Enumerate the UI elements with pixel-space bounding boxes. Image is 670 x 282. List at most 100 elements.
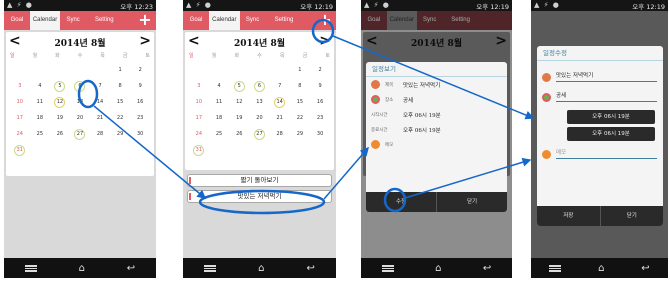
calendar-day[interactable]: 20 [250,110,270,126]
calendar-day[interactable]: 20 [70,110,90,126]
calendar-day[interactable]: 3 [189,78,209,94]
tab-sync[interactable]: Sync [60,11,86,30]
end-time-button[interactable]: 오후 06시 19분 [567,127,655,141]
calendar-day[interactable]: 11 [209,94,229,110]
calendar-day[interactable]: 16 [130,94,150,110]
add-event-button[interactable]: + [314,11,336,30]
calendar-day[interactable]: 19 [229,110,249,126]
menu-icon[interactable] [549,264,562,272]
calendar-day[interactable]: 11 [30,94,50,110]
back-icon[interactable]: ↩ [483,263,491,274]
calendar-day[interactable]: 13 [70,94,90,110]
event-item[interactable]: 짧기 돌아보기 [187,174,332,187]
calendar-day[interactable]: 7 [90,78,110,94]
tab-goal[interactable]: Goal [4,11,30,30]
tab-calendar[interactable]: Calendar [29,11,61,30]
calendar-day[interactable]: 13 [250,94,270,110]
calendar-day[interactable]: 2 [130,62,150,78]
calendar-day[interactable]: 6 [70,78,90,94]
calendar-day[interactable]: 3 [10,78,30,94]
calendar-day[interactable]: 10 [189,94,209,110]
calendar-day[interactable]: 24 [10,126,30,142]
calendar-day[interactable]: 21 [90,110,110,126]
calendar-day[interactable]: 25 [209,126,229,142]
memo-row: 메모 [366,137,507,152]
calendar-day[interactable]: 23 [130,110,150,126]
calendar-day[interactable]: 5 [229,78,249,94]
calendar-day[interactable]: 27 [250,126,270,142]
calendar-day[interactable]: 21 [270,110,290,126]
calendar-day[interactable]: 27 [70,126,90,142]
calendar-day[interactable]: 17 [10,110,30,126]
home-icon[interactable]: ⌂ [598,263,604,274]
home-icon[interactable]: ⌂ [258,263,264,274]
calendar-day[interactable]: 7 [270,78,290,94]
close-button[interactable]: 닫기 [601,206,664,226]
event-item[interactable]: 맛있는 저녁먹기 [187,190,332,203]
calendar-day[interactable]: 4 [30,78,50,94]
calendar-day[interactable]: 15 [110,94,130,110]
back-icon[interactable]: ↩ [127,263,135,274]
calendar-day[interactable]: 5 [50,78,70,94]
back-icon[interactable]: ↩ [641,263,649,274]
back-icon[interactable]: ↩ [307,263,315,274]
calendar-day[interactable]: 26 [229,126,249,142]
calendar-day[interactable]: 1 [110,62,130,78]
day-number: 8 [298,83,302,89]
title-input[interactable]: 맛있는 저녁먹기 [556,72,657,82]
calendar-day[interactable]: 14 [270,94,290,110]
calendar-day[interactable]: 22 [290,110,310,126]
tab-setting[interactable]: Setting [86,11,122,30]
calendar-day[interactable]: 12 [229,94,249,110]
next-month-button[interactable]: > [319,33,331,49]
calendar-day[interactable]: 29 [110,126,130,142]
menu-icon[interactable] [381,264,394,272]
calendar-day[interactable]: 17 [189,110,209,126]
next-month-button[interactable]: > [139,33,151,49]
home-icon[interactable]: ⌂ [435,263,441,274]
calendar-day[interactable]: 12 [50,94,70,110]
calendar-day[interactable]: 8 [110,78,130,94]
calendar-day[interactable]: 23 [310,110,330,126]
add-event-button[interactable]: + [134,11,156,30]
calendar-day[interactable]: 19 [50,110,70,126]
menu-icon[interactable] [204,264,217,272]
calendar-day[interactable]: 6 [250,78,270,94]
save-button[interactable]: 저장 [537,206,601,226]
calendar-day[interactable]: 1 [290,62,310,78]
calendar-day[interactable]: 31 [189,142,209,158]
tab-goal[interactable]: Goal [183,11,209,30]
place-input[interactable]: 공세 [556,92,657,102]
memo-input[interactable]: 메모 [556,149,657,159]
calendar-day[interactable]: 2 [310,62,330,78]
tab-calendar[interactable]: Calendar [209,11,240,30]
close-button[interactable]: 닫기 [437,192,507,212]
calendar-day[interactable]: 8 [290,78,310,94]
calendar-day[interactable]: 9 [130,78,150,94]
edit-button[interactable]: 수정 [366,192,437,212]
calendar-day[interactable]: 14 [90,94,110,110]
calendar-day[interactable]: 30 [130,126,150,142]
calendar-day[interactable]: 25 [30,126,50,142]
home-icon[interactable]: ⌂ [79,263,85,274]
calendar-day[interactable]: 22 [110,110,130,126]
start-time-button[interactable]: 오후 06시 19분 [567,110,655,124]
calendar-day[interactable]: 18 [30,110,50,126]
tab-sync[interactable]: Sync [240,11,266,30]
calendar-day[interactable]: 29 [290,126,310,142]
calendar-day[interactable]: 30 [310,126,330,142]
tab-setting[interactable]: Setting [266,11,303,30]
calendar-day[interactable]: 28 [270,126,290,142]
weekday-label: 금 [302,53,308,59]
menu-icon[interactable] [24,264,37,272]
calendar-day[interactable]: 15 [290,94,310,110]
calendar-day[interactable]: 4 [209,78,229,94]
calendar-day[interactable]: 28 [90,126,110,142]
calendar-day[interactable]: 26 [50,126,70,142]
calendar-day[interactable]: 31 [10,142,30,158]
calendar-day[interactable]: 10 [10,94,30,110]
calendar-day[interactable]: 18 [209,110,229,126]
calendar-day[interactable]: 16 [310,94,330,110]
calendar-day[interactable]: 24 [189,126,209,142]
calendar-day[interactable]: 9 [310,78,330,94]
